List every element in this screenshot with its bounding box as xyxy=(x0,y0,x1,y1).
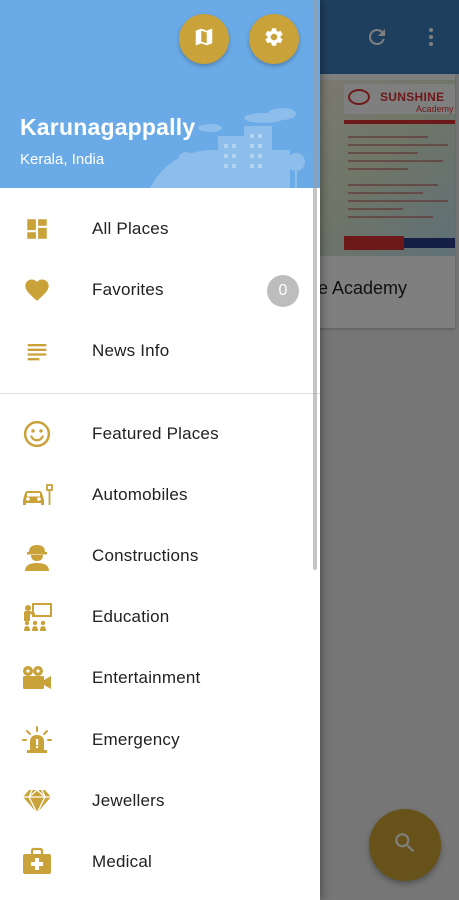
smiley-icon xyxy=(20,417,54,451)
alarm-light-icon xyxy=(20,723,54,757)
drawer-item-jewellers[interactable]: Jewellers xyxy=(0,772,320,830)
drawer-item-emergency[interactable]: Emergency xyxy=(0,711,320,769)
drawer-item-featured-places[interactable]: Featured Places xyxy=(0,405,320,463)
drawer-item-label: All Places xyxy=(92,219,169,238)
drawer-item-entertainment[interactable]: Entertainment xyxy=(0,649,320,707)
drawer-item-label: Entertainment xyxy=(92,668,201,687)
drawer-item-label: Automobiles xyxy=(92,485,188,504)
drawer-item-favorites[interactable]: Favorites 0 xyxy=(0,261,320,319)
drawer-item-all-places[interactable]: All Places xyxy=(0,200,320,258)
drawer-item-label: Constructions xyxy=(92,546,199,565)
drawer-item-label: Featured Places xyxy=(92,424,219,443)
drawer-item-news-info[interactable]: News Info xyxy=(0,322,320,380)
drawer-item-label: Medical xyxy=(92,852,152,871)
navigation-drawer: Karunagappally Kerala, India All Places … xyxy=(0,0,320,900)
settings-button[interactable] xyxy=(249,14,299,64)
drawer-header: Karunagappally Kerala, India xyxy=(0,0,320,188)
video-camera-icon xyxy=(20,661,54,695)
drawer-item-label: Education xyxy=(92,607,170,626)
drawer-item-label: Favorites xyxy=(92,280,164,299)
settings-icon xyxy=(263,26,285,53)
drawer-item-automobiles[interactable]: Automobiles xyxy=(0,466,320,524)
drawer-divider xyxy=(0,393,320,394)
dashboard-icon xyxy=(20,212,54,246)
medical-kit-icon xyxy=(20,845,54,879)
drawer-item-label: Emergency xyxy=(92,730,180,749)
heart-icon xyxy=(20,273,54,307)
list-icon xyxy=(20,334,54,368)
map-icon xyxy=(193,26,215,53)
classroom-icon xyxy=(20,600,54,634)
drawer-item-label: News Info xyxy=(92,341,170,360)
drawer-item-medical[interactable]: Medical xyxy=(0,833,320,891)
drawer-scrollbar[interactable] xyxy=(313,0,317,570)
diamond-icon xyxy=(20,784,54,818)
drawer-item-label: Jewellers xyxy=(92,791,165,810)
map-button[interactable] xyxy=(179,14,229,64)
car-icon xyxy=(20,478,54,512)
drawer-item-education[interactable]: Education xyxy=(0,588,320,646)
favorites-count-badge: 0 xyxy=(267,275,299,307)
current-place-name: Karunagappally xyxy=(20,114,196,140)
current-region: Kerala, India xyxy=(20,151,105,168)
worker-icon xyxy=(20,539,54,573)
drawer-item-constructions[interactable]: Constructions xyxy=(0,527,320,585)
